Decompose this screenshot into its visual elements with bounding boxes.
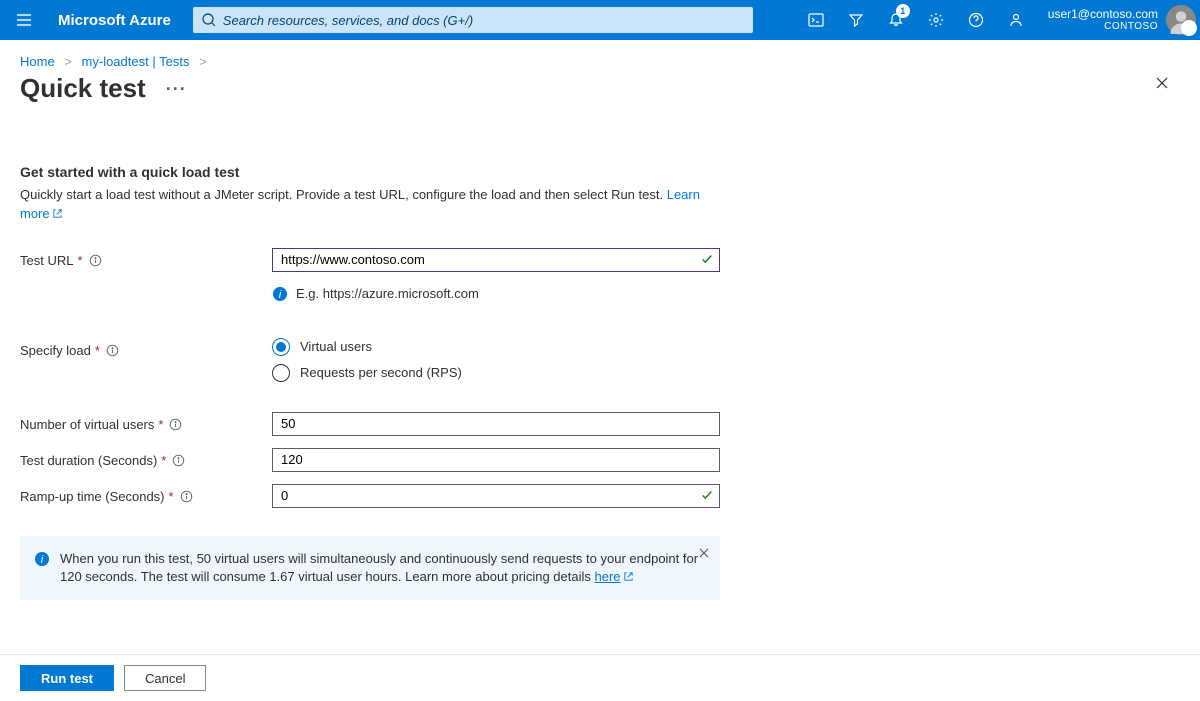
feedback-icon[interactable]	[996, 0, 1036, 40]
topbar-actions: 1	[796, 0, 1036, 40]
info-icon[interactable]	[169, 418, 182, 431]
info-banner: i When you run this test, 50 virtual use…	[20, 536, 720, 600]
num-users-label: Number of virtual users	[20, 417, 154, 432]
info-icon[interactable]	[180, 490, 193, 503]
specify-load-label: Specify load	[20, 343, 91, 358]
menu-icon[interactable]	[0, 11, 48, 29]
required-indicator: *	[161, 453, 166, 468]
global-search[interactable]	[193, 7, 753, 33]
quick-test-form: Get started with a quick load test Quick…	[0, 114, 740, 600]
page-title: Quick test	[20, 73, 146, 104]
external-link-icon	[52, 208, 63, 219]
field-specify-load: Specify load * Virtual users Requests pe…	[20, 338, 720, 382]
account-info[interactable]: user1@contoso.com CONTOSO	[1036, 7, 1166, 33]
close-icon[interactable]	[1154, 75, 1170, 96]
info-icon: i	[272, 286, 288, 302]
section-description: Quickly start a load test without a JMet…	[20, 186, 720, 224]
avatar[interactable]	[1166, 5, 1196, 35]
breadcrumb-resource[interactable]: my-loadtest | Tests	[82, 54, 190, 69]
duration-input[interactable]	[272, 448, 720, 472]
field-test-url: Test URL *	[20, 248, 720, 272]
banner-text: When you run this test, 50 virtual users…	[60, 550, 704, 586]
pricing-link[interactable]: here	[595, 569, 634, 584]
search-icon	[201, 12, 217, 28]
field-num-users: Number of virtual users *	[20, 412, 720, 436]
duration-label: Test duration (Seconds)	[20, 453, 157, 468]
test-url-input[interactable]	[272, 248, 720, 272]
radio-virtual-users[interactable]: Virtual users	[272, 338, 720, 356]
num-users-input[interactable]	[272, 412, 720, 436]
required-indicator: *	[158, 417, 163, 432]
required-indicator: *	[169, 489, 174, 504]
directory-filter-icon[interactable]	[836, 0, 876, 40]
required-indicator: *	[95, 343, 100, 358]
help-icon[interactable]	[956, 0, 996, 40]
page-header: Quick test ···	[0, 71, 1200, 114]
breadcrumb: Home > my-loadtest | Tests >	[0, 40, 1200, 71]
info-icon[interactable]	[89, 254, 102, 267]
cancel-button[interactable]: Cancel	[124, 665, 206, 691]
footer-actions: Run test Cancel	[0, 654, 1200, 701]
notifications-badge: 1	[896, 4, 910, 18]
radio-icon	[272, 338, 290, 356]
required-indicator: *	[77, 253, 82, 268]
notifications-icon[interactable]: 1	[876, 0, 916, 40]
test-url-hint: i E.g. https://azure.microsoft.com	[272, 286, 720, 302]
banner-close-icon[interactable]	[698, 546, 710, 564]
field-duration: Test duration (Seconds) *	[20, 448, 720, 472]
section-heading: Get started with a quick load test	[20, 164, 720, 180]
azure-topbar: Microsoft Azure 1 user1@contoso.com CONT…	[0, 0, 1200, 40]
settings-icon[interactable]	[916, 0, 956, 40]
search-input[interactable]	[223, 13, 745, 28]
run-test-button[interactable]: Run test	[20, 665, 114, 691]
more-actions-icon[interactable]: ···	[166, 80, 187, 98]
field-rampup: Ramp-up time (Seconds) *	[20, 484, 720, 508]
rampup-input[interactable]	[272, 484, 720, 508]
validation-check-icon	[700, 252, 714, 266]
cloud-shell-icon[interactable]	[796, 0, 836, 40]
status-dot	[1181, 20, 1197, 36]
breadcrumb-home[interactable]: Home	[20, 54, 55, 69]
validation-check-icon	[700, 488, 714, 502]
test-url-label: Test URL	[20, 253, 73, 268]
user-tenant: CONTOSO	[1104, 21, 1158, 33]
rampup-label: Ramp-up time (Seconds)	[20, 489, 165, 504]
external-link-icon	[623, 571, 634, 582]
brand-label[interactable]: Microsoft Azure	[48, 12, 189, 29]
info-icon[interactable]	[106, 344, 119, 357]
info-icon[interactable]	[172, 454, 185, 467]
radio-icon	[272, 364, 290, 382]
user-email: user1@contoso.com	[1048, 7, 1158, 21]
radio-rps[interactable]: Requests per second (RPS)	[272, 364, 720, 382]
info-icon: i	[34, 551, 50, 567]
